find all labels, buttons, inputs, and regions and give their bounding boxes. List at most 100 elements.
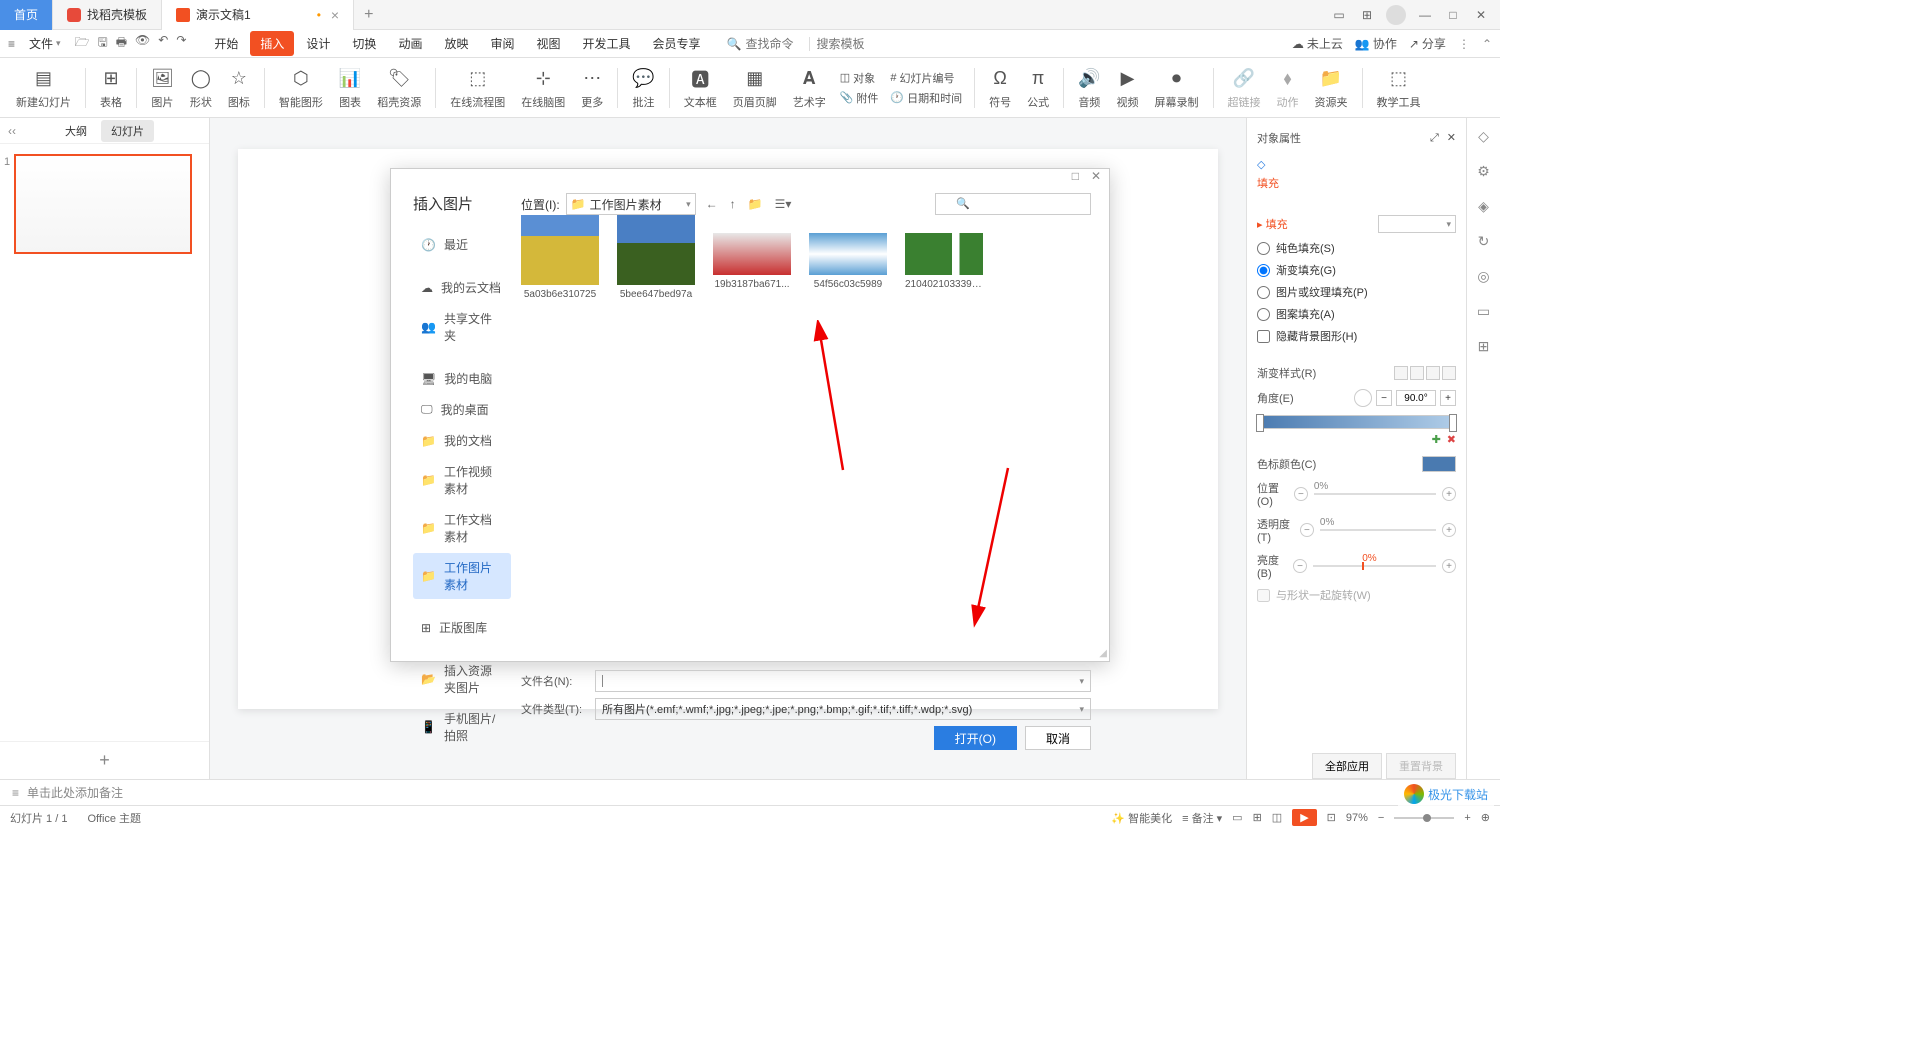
nav-insert-resource[interactable]: 📂插入资源夹图片 <box>413 656 511 702</box>
cancel-button[interactable]: 取消 <box>1025 726 1091 750</box>
filetype-combo[interactable]: 所有图片(*.emf;*.wmf;*.jpg;*.jpeg;*.jpe;*.pn… <box>595 698 1091 720</box>
slide-number-button[interactable]: #幻灯片编号 <box>886 69 966 87</box>
file-item[interactable]: 19b3187ba671... <box>713 233 791 290</box>
teaching-button[interactable]: ⬚教学工具 <box>1371 64 1427 112</box>
hyperlink-button[interactable]: 🔗超链接 <box>1222 64 1267 112</box>
nav-computer[interactable]: 🖥我的电脑 <box>413 364 511 393</box>
nav-cloud[interactable]: ☁我的云文档 <box>413 273 511 302</box>
close-window-icon[interactable]: ✕ <box>1472 6 1490 24</box>
beautify-button[interactable]: ✨ 智能美化 <box>1111 810 1172 826</box>
tab-document[interactable]: 演示文稿1 • × <box>162 0 354 30</box>
tool-settings-icon[interactable]: ⚙ <box>1477 163 1490 180</box>
nav-phone[interactable]: 📱手机图片/拍照 <box>413 704 511 750</box>
tab-start[interactable]: 开始 <box>204 31 248 56</box>
slideshow-icon[interactable]: ▶ <box>1292 809 1316 826</box>
nav-images-folder[interactable]: 📁工作图片素材 <box>413 553 511 599</box>
equation-button[interactable]: π公式 <box>1021 64 1055 112</box>
location-combo[interactable]: 📁 工作图片素材 ▾ <box>566 193 696 215</box>
save-icon[interactable]: 🖫 <box>97 33 107 54</box>
tool-layers-icon[interactable]: ◈ <box>1478 198 1489 215</box>
tool-target-icon[interactable]: ◎ <box>1477 268 1489 285</box>
zoom-fit-icon[interactable]: ⊡ <box>1327 811 1336 824</box>
file-item[interactable]: 210402103339-... <box>905 233 983 290</box>
stop-color-swatch[interactable] <box>1422 456 1456 472</box>
angle-plus[interactable]: + <box>1440 390 1456 406</box>
more-button[interactable]: ⋯更多 <box>575 64 609 112</box>
datetime-button[interactable]: 🕐日期和时间 <box>886 89 966 107</box>
resource-button[interactable]: 🏷稻壳资源 <box>371 64 427 112</box>
redo-icon[interactable]: ↷ <box>176 33 186 54</box>
attach-button[interactable]: 📎附件 <box>836 89 883 107</box>
tool-select-icon[interactable]: ◇ <box>1478 128 1489 145</box>
video-button[interactable]: ▶视频 <box>1111 64 1145 112</box>
open-button[interactable]: 打开(O) <box>934 726 1017 750</box>
tool-refresh-icon[interactable]: ↻ <box>1478 233 1490 250</box>
gradient-direction-picker[interactable] <box>1394 366 1456 380</box>
view-sorter-icon[interactable]: ⊞ <box>1253 811 1262 824</box>
table-button[interactable]: ⊞表格 <box>94 64 128 112</box>
flowchart-button[interactable]: ⬚在线流程图 <box>444 64 511 112</box>
gradient-fill-radio[interactable]: 渐变填充(G) <box>1257 259 1456 281</box>
new-folder-icon[interactable]: 📁 <box>748 197 763 211</box>
audio-button[interactable]: 🔊音频 <box>1072 64 1106 112</box>
tab-member[interactable]: 会员专享 <box>643 31 711 56</box>
tab-design[interactable]: 设计 <box>296 31 340 56</box>
solid-fill-radio[interactable]: 纯色填充(S) <box>1257 237 1456 259</box>
hide-bg-checkbox[interactable]: 隐藏背景图形(H) <box>1257 325 1456 347</box>
nav-docs-folder[interactable]: 📁工作文档素材 <box>413 505 511 551</box>
new-slide-button[interactable]: ▤新建幻灯片 <box>10 64 77 112</box>
chart-button[interactable]: 📊图表 <box>333 64 367 112</box>
collapse-panel-icon[interactable]: ‹‹ <box>8 124 16 138</box>
zoom-value[interactable]: 97% <box>1346 812 1368 824</box>
object-button[interactable]: ◫对象 <box>836 69 883 87</box>
maximize-icon[interactable]: □ <box>1444 6 1462 24</box>
smartart-button[interactable]: ⬡智能图形 <box>273 64 329 112</box>
tab-home[interactable]: 首页 <box>0 0 53 30</box>
template-search-input[interactable] <box>809 37 869 51</box>
picture-fill-radio[interactable]: 图片或纹理填充(P) <box>1257 281 1456 303</box>
dialog-maximize-icon[interactable]: □ <box>1072 169 1079 183</box>
gradient-stop-1[interactable] <box>1256 414 1264 432</box>
tab-insert[interactable]: 插入 <box>250 31 294 56</box>
hamburger-icon[interactable]: ≡ <box>8 37 15 51</box>
tool-book-icon[interactable]: ▭ <box>1477 303 1490 320</box>
minimize-icon[interactable]: — <box>1416 6 1434 24</box>
picture-button[interactable]: 🖼图片 <box>145 64 180 112</box>
close-tab-icon[interactable]: × <box>331 7 339 23</box>
tab-view[interactable]: 视图 <box>526 31 570 56</box>
share-button[interactable]: ↗分享 <box>1409 35 1446 52</box>
reset-bg-button[interactable]: 重置背景 <box>1386 753 1456 779</box>
zoom-out-icon[interactable]: − <box>1378 812 1384 824</box>
zoom-slider[interactable] <box>1394 817 1454 819</box>
shapes-button[interactable]: ◯形状 <box>184 64 218 112</box>
slides-tab[interactable]: 幻灯片 <box>101 120 154 142</box>
remove-stop-icon[interactable]: ✖ <box>1447 433 1456 446</box>
notes-placeholder[interactable]: 单击此处添加备注 <box>27 784 123 801</box>
print-icon[interactable]: 🖶 <box>116 33 127 54</box>
command-search[interactable]: 🔍 <box>727 37 870 51</box>
more-icon[interactable]: ⋮ <box>1458 37 1470 51</box>
angle-minus[interactable]: − <box>1376 390 1392 406</box>
icons-button[interactable]: ☆图标 <box>222 64 256 112</box>
tab-template[interactable]: 找稻壳模板 <box>53 0 162 30</box>
pattern-fill-radio[interactable]: 图案填充(A) <box>1257 303 1456 325</box>
tab-review[interactable]: 审阅 <box>480 31 524 56</box>
add-tab-button[interactable]: + <box>354 6 383 24</box>
resize-grip-icon[interactable]: ◢ <box>1099 648 1107 659</box>
file-item[interactable]: 5bee647bed97a <box>617 233 695 300</box>
tab-slideshow[interactable]: 放映 <box>434 31 478 56</box>
slide-thumbnail[interactable] <box>14 154 192 254</box>
search-input[interactable] <box>745 37 805 51</box>
file-menu[interactable]: 文件▾ <box>23 33 67 54</box>
header-footer-button[interactable]: ▦页眉页脚 <box>727 64 783 112</box>
angle-input[interactable] <box>1396 390 1436 406</box>
layout-icon[interactable]: ▭ <box>1330 6 1348 24</box>
open-icon[interactable]: 🗁 <box>75 33 90 54</box>
view-options-icon[interactable]: ☰▾ <box>775 197 792 211</box>
preview-icon[interactable]: 👁 <box>135 33 150 54</box>
add-stop-icon[interactable]: ✚ <box>1432 433 1441 446</box>
nav-video-folder[interactable]: 📁工作视频素材 <box>413 457 511 503</box>
textbox-button[interactable]: 🅰文本框 <box>678 64 723 112</box>
wordart-button[interactable]: 𝐀艺术字 <box>787 64 832 112</box>
gradient-bar[interactable] <box>1257 415 1456 429</box>
